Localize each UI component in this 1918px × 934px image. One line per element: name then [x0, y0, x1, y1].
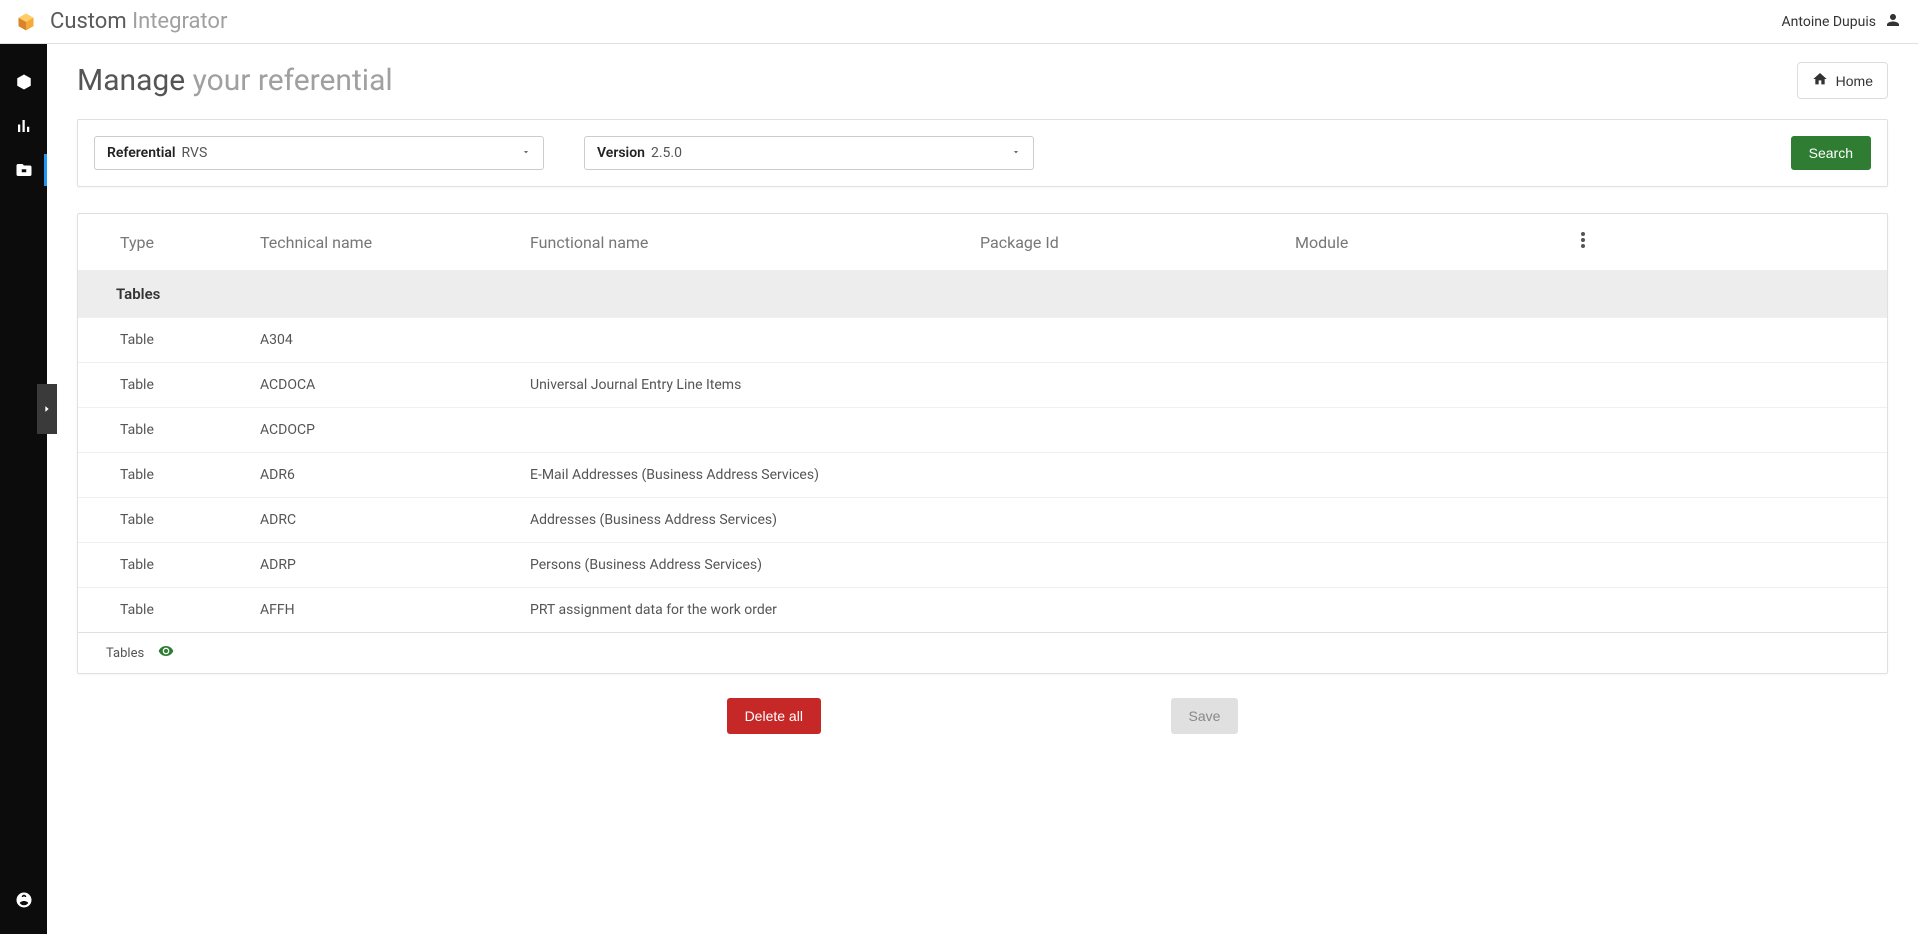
cell-functional-name: E-Mail Addresses (Business Address Servi… [530, 467, 980, 483]
cell-spacer [1555, 467, 1585, 483]
sidebar-item-support[interactable] [0, 878, 47, 922]
page-header: Manage your referential Home [77, 62, 1888, 99]
cell-package-id [980, 512, 1295, 528]
sidebar-item-folder[interactable] [0, 148, 47, 192]
version-value: 2.5.0 [651, 145, 682, 161]
home-button[interactable]: Home [1797, 62, 1888, 99]
page-title: Manage your referential [77, 63, 393, 98]
cell-functional-name: Persons (Business Address Services) [530, 557, 980, 573]
sidebar-item-cube[interactable] [0, 60, 47, 104]
cell-technical-name: ADR6 [260, 467, 530, 483]
data-table: Type Technical name Functional name Pack… [77, 213, 1888, 674]
sidebar [0, 44, 47, 934]
cell-package-id [980, 602, 1295, 618]
cell-type: Table [120, 557, 260, 573]
table-menu-button[interactable] [1555, 232, 1585, 252]
caret-down-icon [521, 145, 531, 161]
cell-spacer [1555, 377, 1585, 393]
cell-module [1295, 602, 1555, 618]
cell-type: Table [120, 422, 260, 438]
cell-technical-name: A304 [260, 332, 530, 348]
cell-spacer [1555, 422, 1585, 438]
cell-spacer [1555, 512, 1585, 528]
user-name: Antoine Dupuis [1782, 14, 1876, 30]
table-row[interactable]: TableA304 [78, 317, 1887, 362]
cell-spacer [1555, 557, 1585, 573]
cell-technical-name: ACDOCA [260, 377, 530, 393]
version-dropdown[interactable]: Version 2.5.0 [584, 136, 1034, 170]
app-name-light: Integrator [132, 9, 227, 34]
app-logo-icon [16, 12, 36, 32]
cell-functional-name [530, 332, 980, 348]
cell-package-id [980, 467, 1295, 483]
cell-technical-name: AFFH [260, 602, 530, 618]
cell-package-id [980, 332, 1295, 348]
caret-down-icon [1011, 145, 1021, 161]
cell-technical-name: ADRC [260, 512, 530, 528]
user-icon [1884, 11, 1902, 33]
cell-module [1295, 422, 1555, 438]
cell-functional-name: Addresses (Business Address Services) [530, 512, 980, 528]
home-icon [1812, 71, 1828, 90]
cell-type: Table [120, 467, 260, 483]
referential-value: RVS [182, 145, 208, 161]
table-row[interactable]: TableACDOCAUniversal Journal Entry Line … [78, 362, 1887, 407]
column-package-id[interactable]: Package Id [980, 233, 1295, 252]
cell-package-id [980, 557, 1295, 573]
cell-type: Table [120, 332, 260, 348]
eye-icon[interactable] [158, 643, 174, 663]
search-button[interactable]: Search [1791, 136, 1871, 170]
delete-all-button[interactable]: Delete all [727, 698, 821, 734]
column-technical-name[interactable]: Technical name [260, 233, 530, 252]
filter-panel: Referential RVS Version 2.5.0 Search [77, 119, 1888, 187]
cell-module [1295, 467, 1555, 483]
sidebar-expand-toggle[interactable] [37, 384, 57, 434]
table-row[interactable]: TableADR6E-Mail Addresses (Business Addr… [78, 452, 1887, 497]
column-functional-name[interactable]: Functional name [530, 233, 980, 252]
cell-functional-name [530, 422, 980, 438]
cell-package-id [980, 422, 1295, 438]
top-header: Custom Integrator Antoine Dupuis [0, 0, 1918, 44]
column-type[interactable]: Type [120, 233, 260, 252]
cell-spacer [1555, 332, 1585, 348]
table-row[interactable]: TableAFFHPRT assignment data for the wor… [78, 587, 1887, 632]
version-label: Version [597, 145, 645, 161]
home-button-label: Home [1836, 73, 1873, 89]
cell-technical-name: ADRP [260, 557, 530, 573]
cell-type: Table [120, 602, 260, 618]
table-row[interactable]: TableADRPPersons (Business Address Servi… [78, 542, 1887, 587]
cell-spacer [1555, 602, 1585, 618]
save-button: Save [1171, 698, 1239, 734]
column-module[interactable]: Module [1295, 233, 1555, 252]
cell-module [1295, 377, 1555, 393]
table-header: Type Technical name Functional name Pack… [78, 214, 1887, 271]
app-title: Custom Integrator [50, 9, 227, 34]
cell-module [1295, 557, 1555, 573]
cell-functional-name: PRT assignment data for the work order [530, 602, 980, 618]
app-name-strong: Custom [50, 9, 127, 34]
page-title-strong: Manage [77, 63, 185, 98]
referential-label: Referential [107, 145, 176, 161]
cell-technical-name: ACDOCP [260, 422, 530, 438]
table-row[interactable]: TableACDOCP [78, 407, 1887, 452]
sidebar-item-chart[interactable] [0, 104, 47, 148]
main-content: Manage your referential Home Referential… [47, 44, 1918, 934]
cell-package-id [980, 377, 1295, 393]
cell-module [1295, 332, 1555, 348]
cell-functional-name: Universal Journal Entry Line Items [530, 377, 980, 393]
cell-module [1295, 512, 1555, 528]
referential-dropdown[interactable]: Referential RVS [94, 136, 544, 170]
table-footer-label: Tables [106, 646, 144, 661]
actions-row: Delete all Save [77, 698, 1888, 734]
table-footer: Tables [78, 632, 1887, 673]
cell-type: Table [120, 377, 260, 393]
user-menu[interactable]: Antoine Dupuis [1782, 11, 1902, 33]
table-row[interactable]: TableADRCAddresses (Business Address Ser… [78, 497, 1887, 542]
table-group-header[interactable]: Tables [78, 271, 1887, 317]
cell-type: Table [120, 512, 260, 528]
page-title-light: your referential [193, 63, 393, 98]
